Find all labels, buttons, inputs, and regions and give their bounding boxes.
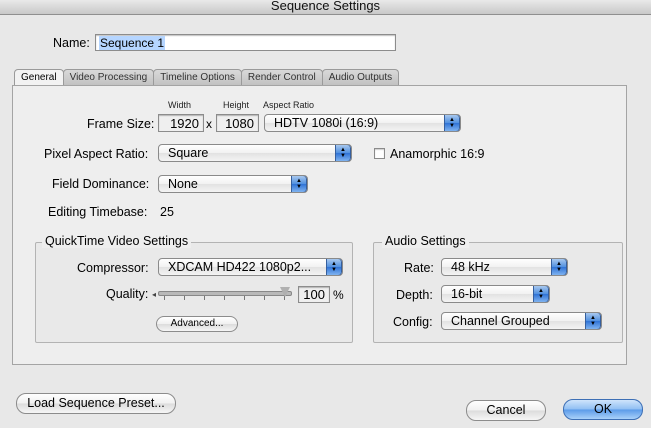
cancel-button[interactable]: Cancel	[466, 400, 546, 421]
quality-label: Quality:	[106, 287, 149, 301]
frame-width-field[interactable]: 1920	[158, 114, 204, 132]
window-title-bar: Sequence Settings	[0, 0, 651, 15]
frame-size-times: x	[206, 117, 212, 131]
compressor-value: XDCAM HD422 1080p2...	[168, 260, 312, 274]
height-header: Height	[223, 100, 250, 110]
width-header: Width	[168, 100, 192, 110]
editing-timebase-value: 25	[160, 205, 174, 219]
aspect-ratio-value: HDTV 1080i (16:9)	[274, 116, 379, 130]
window-title: Sequence Settings	[270, 0, 381, 13]
sequence-name-value: Sequence 1	[99, 36, 166, 50]
depth-value: 16-bit	[451, 287, 483, 301]
frame-size-label: Frame Size:	[87, 117, 155, 131]
audio-settings-title: Audio Settings	[382, 234, 469, 248]
config-label: Config:	[393, 315, 433, 329]
load-sequence-preset-button[interactable]: Load Sequence Preset...	[16, 393, 176, 414]
tab-audio-outputs[interactable]: Audio Outputs	[321, 69, 400, 85]
slider-tick	[264, 296, 265, 300]
quality-value-field[interactable]: 100	[298, 286, 330, 303]
slider-tick	[244, 296, 245, 300]
editing-timebase-label: Editing Timebase:	[48, 205, 148, 219]
ok-button[interactable]: OK	[563, 399, 643, 420]
popup-arrows-icon: ▲ ▼	[533, 286, 549, 302]
popup-arrows-icon: ▲ ▼	[335, 145, 351, 161]
slider-min-arrow-icon: ◂	[152, 290, 157, 299]
rate-value: 48 kHz	[451, 260, 490, 274]
compressor-label: Compressor:	[77, 261, 149, 275]
advanced-button[interactable]: Advanced...	[156, 316, 238, 332]
depth-popup[interactable]: 16-bit ▲ ▼	[441, 285, 550, 303]
quicktime-settings-title: QuickTime Video Settings	[42, 234, 192, 248]
name-label: Name:	[53, 36, 90, 50]
popup-arrows-icon: ▲ ▼	[585, 313, 601, 329]
quality-slider-track	[158, 291, 292, 296]
anamorphic-checkbox[interactable]	[374, 148, 385, 159]
tab-render-control[interactable]: Render Control	[240, 69, 323, 85]
popup-arrows-icon: ▲ ▼	[444, 115, 460, 131]
pixel-aspect-popup[interactable]: Square ▲ ▼	[158, 144, 352, 162]
quality-slider[interactable]	[158, 287, 292, 301]
rate-label: Rate:	[404, 261, 434, 275]
slider-tick	[184, 296, 185, 300]
compressor-popup[interactable]: XDCAM HD422 1080p2... ▲ ▼	[158, 258, 343, 276]
tab-video-processing[interactable]: Video Processing	[62, 69, 155, 85]
slider-tick	[224, 296, 225, 300]
tab-timeline-options[interactable]: Timeline Options	[153, 69, 242, 85]
quality-slider-knob[interactable]	[280, 287, 290, 297]
popup-arrows-icon: ▲ ▼	[326, 259, 342, 275]
anamorphic-label: Anamorphic 16:9	[390, 147, 485, 161]
config-value: Channel Grouped	[451, 314, 550, 328]
popup-arrows-icon: ▲ ▼	[291, 176, 307, 192]
depth-label: Depth:	[396, 288, 433, 302]
quality-unit: %	[333, 288, 344, 302]
field-dominance-popup[interactable]: None ▲ ▼	[158, 175, 308, 193]
tab-bar: General Video Processing Timeline Option…	[14, 69, 400, 87]
rate-popup[interactable]: 48 kHz ▲ ▼	[441, 258, 568, 276]
pixel-aspect-label: Pixel Aspect Ratio:	[44, 147, 149, 161]
field-dominance-label: Field Dominance:	[52, 177, 150, 191]
pixel-aspect-value: Square	[168, 146, 209, 160]
aspect-ratio-popup[interactable]: HDTV 1080i (16:9) ▲ ▼	[264, 114, 461, 132]
popup-arrows-icon: ▲ ▼	[551, 259, 567, 275]
config-popup[interactable]: Channel Grouped ▲ ▼	[441, 312, 602, 330]
frame-height-field[interactable]: 1080	[216, 114, 259, 132]
field-dominance-value: None	[168, 177, 198, 191]
aspect-ratio-header: Aspect Ratio	[263, 100, 315, 110]
sequence-name-input[interactable]: Sequence 1	[95, 34, 396, 51]
slider-tick	[204, 296, 205, 300]
slider-tick	[164, 296, 165, 300]
